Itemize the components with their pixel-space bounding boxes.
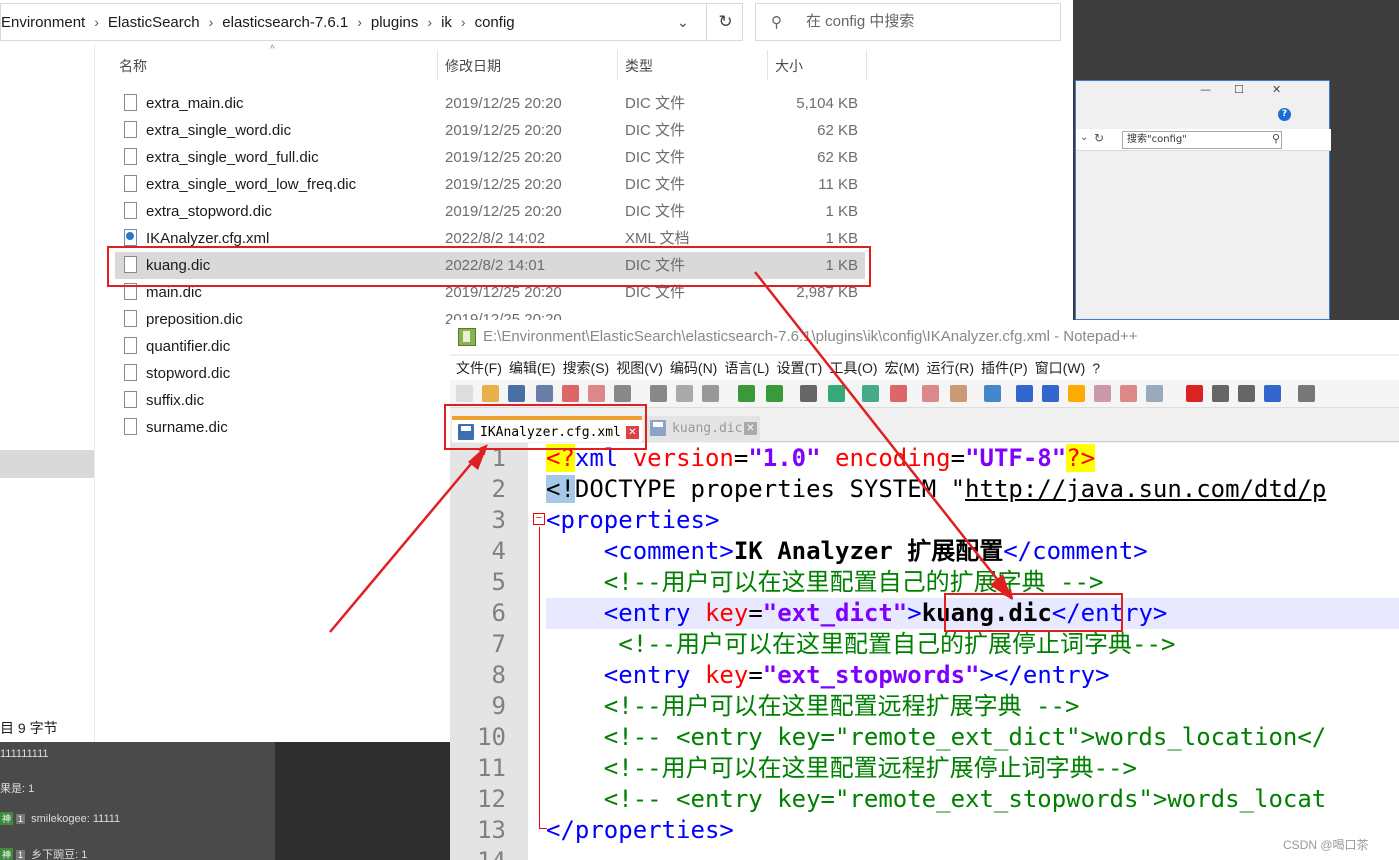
arrow-head-entry bbox=[990, 574, 1012, 600]
watermark: CSDN @喝口茶 bbox=[1283, 838, 1369, 852]
annotation-arrows bbox=[329, 271, 1014, 633]
arrow-to-tab bbox=[329, 444, 488, 633]
arrow-head-tab bbox=[468, 444, 488, 470]
arrow-to-entry bbox=[754, 271, 1014, 600]
